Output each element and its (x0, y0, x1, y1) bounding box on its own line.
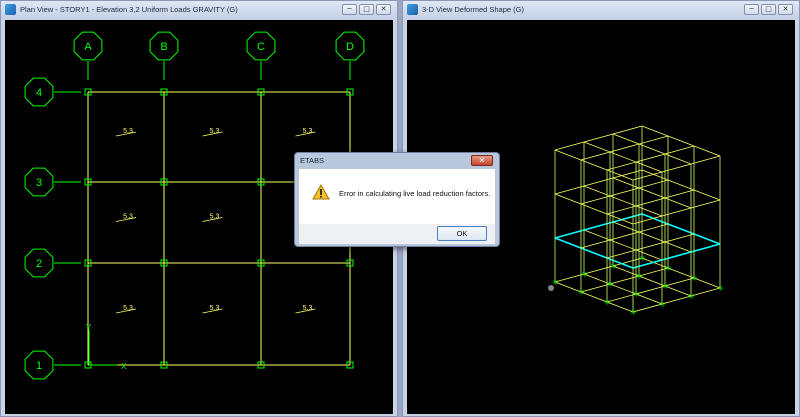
frame-member (554, 281, 634, 313)
plan-view-titlebar[interactable]: Plan View - STORY1 - Elevation 3,2 Unifo… (1, 1, 397, 20)
frame-member (554, 193, 634, 225)
svg-text:5.3: 5.3 (210, 214, 220, 221)
support-marker: ✳ (717, 284, 724, 293)
svg-text:5.3: 5.3 (123, 305, 133, 312)
maximize-button[interactable]: □ (359, 4, 374, 15)
etabs-app-icon (5, 4, 16, 15)
grid-bubble-label: D (346, 41, 354, 53)
grid-bubble-label: 4 (36, 87, 42, 99)
dialog-title: ETABS (300, 156, 325, 165)
error-dialog[interactable]: ETABS ✕ Error in calculating live load r… (294, 152, 500, 247)
support-marker: ✳ (610, 262, 617, 271)
frame-member (612, 221, 692, 253)
support-marker: ✳ (639, 254, 646, 263)
plan-view-title: Plan View - STORY1 - Elevation 3,2 Unifo… (20, 5, 238, 14)
svg-text:5.3: 5.3 (303, 305, 313, 312)
frame-member (583, 185, 663, 217)
etabs-app-icon (407, 4, 418, 15)
deformed-frame: ✳ ✳ ✳ ✳ ✳ ✳ ✳ ✳ ✳ ✳ ✳ ✳ ✳ ✳ ✳ ✳ (548, 125, 724, 317)
support-marker: ✳ (581, 270, 588, 279)
minimize-button[interactable]: ─ (744, 4, 759, 15)
uniform-load-label: 5.3 (115, 128, 137, 137)
warning-triangle-icon (312, 184, 330, 200)
svg-text:5.3: 5.3 (123, 128, 133, 135)
dialog-footer: OK (299, 224, 495, 244)
frame-member (583, 229, 663, 261)
grid-bubble-label: 3 (36, 177, 42, 189)
maximize-button[interactable]: □ (761, 4, 776, 15)
support-marker: ✳ (636, 272, 643, 281)
frame-member (583, 141, 663, 173)
uniform-load-label: 5.3 (295, 305, 316, 314)
grid-bubble-4: 4 (24, 77, 81, 107)
grid-bubble-label: A (84, 41, 92, 53)
grid-bubble-label: 1 (36, 360, 42, 372)
support-marker: ✳ (688, 292, 695, 301)
grid-bubble-label: B (160, 41, 167, 53)
grid-bubble-label: 2 (36, 258, 42, 270)
ok-button[interactable]: OK (437, 226, 487, 241)
frame-member (554, 237, 634, 269)
support-marker: ✳ (662, 282, 669, 291)
frame-member (554, 149, 634, 181)
close-button[interactable]: ✕ (778, 4, 793, 15)
grid-bubble-3: 3 (24, 167, 81, 197)
grid-bubble-a: A (73, 31, 103, 80)
frame-member (583, 273, 663, 305)
grid-bubble-d: D (335, 31, 365, 80)
support-marker: ✳ (578, 288, 585, 297)
support-marker: ✳ (604, 298, 611, 307)
dialog-body: Error in calculating live load reduction… (299, 169, 495, 224)
x-axis-label: X (121, 362, 127, 371)
support-marker: ✳ (633, 290, 640, 299)
grid-bubble-1: 1 (24, 350, 81, 380)
origin-marker (548, 285, 554, 291)
uniform-load-label: 5.3 (202, 214, 223, 222)
y-axis-label: Y (86, 323, 92, 332)
uniform-load-label: 5.3 (115, 214, 137, 222)
uniform-load-label: 5.3 (115, 305, 137, 314)
dialog-message: Error in calculating live load reduction… (339, 189, 491, 198)
uniform-load-label: 5.3 (202, 128, 223, 137)
uniform-load-label: 5.3 (295, 128, 316, 137)
support-marker: ✳ (552, 278, 559, 287)
support-marker: ✳ (665, 264, 672, 273)
grid-bubble-2: 2 (24, 248, 81, 278)
support-marker: ✳ (659, 300, 666, 309)
frame-member (612, 177, 692, 209)
dialog-close-button[interactable]: ✕ (471, 155, 493, 166)
frame-member (612, 133, 692, 165)
support-marker: ✳ (691, 274, 698, 283)
3d-view-titlebar[interactable]: 3-D View Deformed Shape (G) ─ □ ✕ (403, 1, 799, 20)
frame-member (641, 125, 721, 157)
svg-text:5.3: 5.3 (210, 305, 220, 312)
uniform-load-label: 5.3 (202, 305, 223, 314)
minimize-button[interactable]: ─ (342, 4, 357, 15)
support-marker: ✳ (630, 308, 637, 317)
svg-text:5.3: 5.3 (123, 214, 133, 221)
3d-view-title: 3-D View Deformed Shape (G) (422, 5, 524, 14)
grid-bubble-label: C (257, 41, 265, 53)
close-button[interactable]: ✕ (376, 4, 391, 15)
grid-bubble-b: B (149, 31, 179, 80)
svg-text:5.3: 5.3 (210, 128, 220, 135)
grid-bubble-c: C (246, 31, 276, 80)
svg-text:5.3: 5.3 (303, 128, 313, 135)
frame-member (612, 265, 692, 297)
support-marker: ✳ (607, 280, 614, 289)
